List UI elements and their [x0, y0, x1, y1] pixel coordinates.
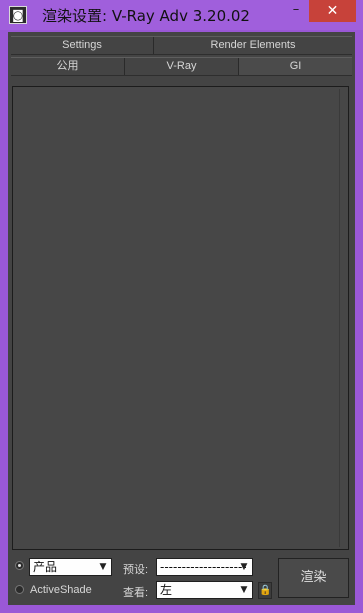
- app-icon[interactable]: ◙: [9, 6, 27, 24]
- chevron-down-icon: ▼: [99, 562, 107, 572]
- render-button[interactable]: 渲染: [278, 558, 349, 598]
- preset-label: 预设:: [123, 564, 149, 576]
- settings-panel: [12, 86, 349, 550]
- title-bar: ◙ 渲染设置: V-Ray Adv 3.20.02 – ✕: [0, 0, 363, 30]
- tab-vray[interactable]: V-Ray: [125, 58, 239, 75]
- render-mode-select[interactable]: 产品 ▼: [29, 558, 112, 576]
- preset-value: --------------------: [160, 560, 247, 574]
- view-select[interactable]: 左 ▼: [156, 581, 253, 599]
- chevron-down-icon: ▼: [240, 585, 248, 595]
- panel-scrollbar[interactable]: [339, 89, 346, 547]
- minimize-button[interactable]: –: [283, 0, 309, 22]
- minimize-icon: –: [292, 2, 300, 17]
- radio-activeshade[interactable]: [15, 585, 24, 594]
- render-controls: 产品 ▼ ActiveShade 预设: -------------------…: [8, 555, 355, 605]
- window-title: 渲染设置: V-Ray Adv 3.20.02: [42, 7, 250, 25]
- tab-settings[interactable]: Settings: [11, 37, 154, 54]
- tab-row-top: Settings Render Elements: [11, 36, 352, 55]
- lock-icon: 🔒: [259, 585, 272, 596]
- preset-select[interactable]: -------------------- ▼: [156, 558, 253, 576]
- render-setup-content: Settings Render Elements 公用 V-Ray GI 产品 …: [8, 32, 355, 605]
- view-value: 左: [160, 583, 173, 597]
- tab-row-bottom: 公用 V-Ray GI: [11, 57, 352, 76]
- tab-common[interactable]: 公用: [11, 58, 125, 75]
- view-label: 查看:: [123, 587, 149, 599]
- render-mode-value: 产品: [33, 560, 58, 574]
- tab-gi[interactable]: GI: [239, 58, 352, 75]
- lock-view-button[interactable]: 🔒: [258, 582, 272, 599]
- close-icon: ✕: [326, 3, 339, 19]
- activeshade-label: ActiveShade: [30, 584, 92, 596]
- tab-render-elements[interactable]: Render Elements: [154, 37, 352, 54]
- close-button[interactable]: ✕: [309, 0, 356, 22]
- radio-production[interactable]: [15, 561, 24, 570]
- chevron-down-icon: ▼: [240, 562, 248, 572]
